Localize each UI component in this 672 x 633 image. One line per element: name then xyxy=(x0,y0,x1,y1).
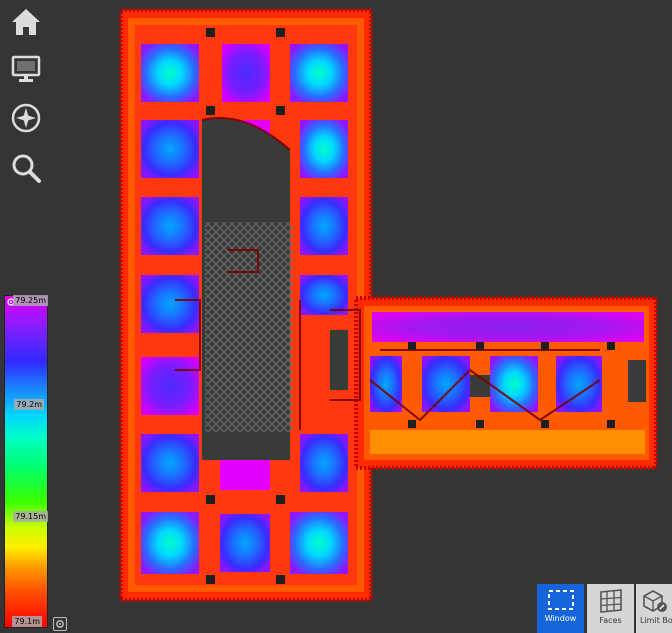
limit-box-button[interactable]: Limit Bo xyxy=(636,584,672,633)
home-button[interactable] xyxy=(8,4,44,40)
legend-color-bar xyxy=(4,295,48,628)
legend-min-label: 79.1m xyxy=(12,616,42,627)
faces-icon xyxy=(599,589,622,613)
compass-icon xyxy=(11,103,41,133)
limit-box-label: Limit Bo xyxy=(640,616,672,625)
display-button[interactable] xyxy=(8,51,44,87)
settings-icon xyxy=(56,620,64,628)
faces-label: Faces xyxy=(599,616,622,625)
legend-settings-button[interactable] xyxy=(53,617,67,631)
faces-select-button[interactable]: Faces xyxy=(587,584,634,633)
elevation-legend: 79.25m 79.2m 79.15m 79.1m xyxy=(4,295,48,628)
window-select-icon xyxy=(547,590,574,610)
limit-box-icon xyxy=(643,590,667,612)
window-label: Window xyxy=(544,614,577,623)
legend-low-label: 79.15m xyxy=(13,511,48,522)
navigate-button[interactable] xyxy=(8,100,44,136)
search-button[interactable] xyxy=(8,150,44,186)
search-icon xyxy=(12,154,41,183)
point-cloud-view[interactable] xyxy=(0,0,672,633)
window-select-button[interactable]: Window xyxy=(537,584,584,633)
home-icon xyxy=(12,9,40,35)
monitor-icon xyxy=(11,55,41,82)
legend-mid-label: 79.2m xyxy=(14,399,44,410)
legend-max-label: 79.25m xyxy=(13,295,48,306)
